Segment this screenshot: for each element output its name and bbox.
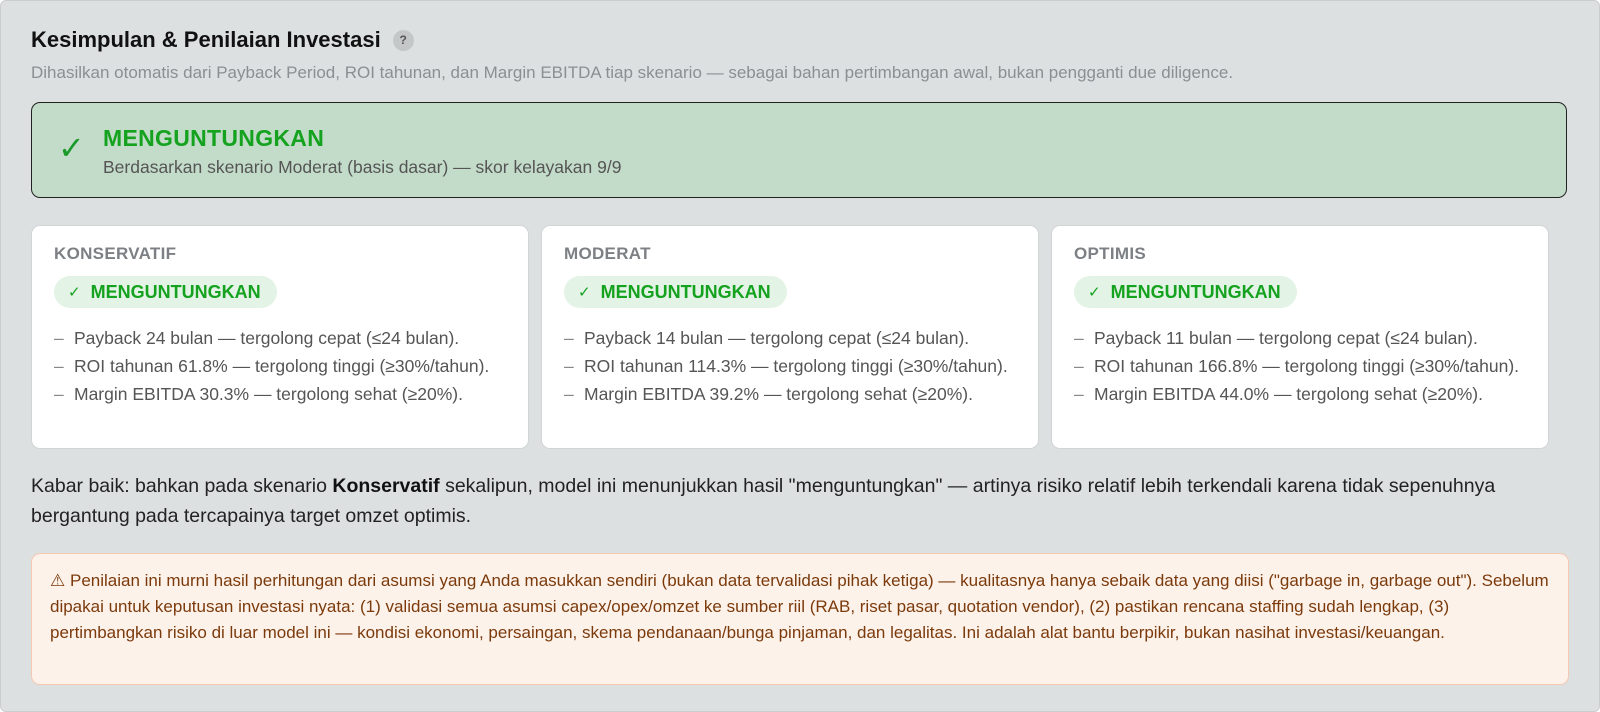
warning-text: Penilaian ini murni hasil perhitungan da… bbox=[50, 571, 1549, 642]
overall-verdict-banner: ✓ MENGUNTUNGKAN Berdasarkan skenario Mod… bbox=[31, 102, 1567, 198]
dash-icon: – bbox=[564, 328, 574, 348]
scenario-card-konservatif: KONSERVATIF ✓ MENGUNTUNGKAN – Payback 24 … bbox=[31, 225, 529, 449]
verdict-subtitle: Berdasarkan skenario Moderat (basis dasa… bbox=[103, 157, 622, 177]
scenario-name: OPTIMIS bbox=[1074, 244, 1146, 263]
reason-list: – Payback 11 bulan — tergolong cepat (≤24… bbox=[1074, 324, 1526, 408]
list-item: – ROI tahunan 166.8% — tergolong tinggi (… bbox=[1074, 352, 1526, 380]
status-badge-label: MENGUNTUNGKAN bbox=[90, 281, 261, 302]
good-news-emphasis: Konservatif bbox=[332, 475, 440, 497]
scenario-card-moderat: MODERAT ✓ MENGUNTUNGKAN – Payback 14 bula… bbox=[541, 225, 1039, 449]
check-icon: ✓ bbox=[578, 284, 591, 301]
warning-icon: ⚠ bbox=[50, 571, 66, 590]
list-item: – ROI tahunan 61.8% — tergolong tinggi (≥… bbox=[54, 352, 506, 380]
reason-list: – Payback 24 bulan — tergolong cepat (≤24… bbox=[54, 324, 506, 408]
list-item: – Margin EBITDA 30.3% — tergolong sehat (… bbox=[54, 380, 506, 408]
reason-text: ROI tahunan 61.8% — tergolong tinggi (≥3… bbox=[74, 356, 490, 376]
page-subtitle: Dihasilkan otomatis dari Payback Period,… bbox=[31, 63, 1234, 82]
status-badge: ✓ MENGUNTUNGKAN bbox=[564, 276, 787, 308]
good-news-summary: Kabar baik: bahkan pada skenario Konserv… bbox=[31, 471, 1531, 531]
dash-icon: – bbox=[1074, 356, 1084, 376]
investment-assessment-panel: Kesimpulan & Penilaian Investasi ? Dihas… bbox=[0, 0, 1600, 712]
dash-icon: – bbox=[564, 356, 574, 376]
help-icon[interactable]: ? bbox=[392, 29, 414, 51]
list-item: – Payback 11 bulan — tergolong cepat (≤24… bbox=[1074, 324, 1526, 352]
scenario-name: MODERAT bbox=[564, 244, 651, 263]
status-badge: ✓ MENGUNTUNGKAN bbox=[1074, 276, 1297, 308]
dash-icon: – bbox=[1074, 384, 1084, 404]
dash-icon: – bbox=[564, 384, 574, 404]
good-news-prefix: Kabar baik: bahkan pada skenario bbox=[31, 475, 333, 497]
scenario-cards: KONSERVATIF ✓ MENGUNTUNGKAN – Payback 24 … bbox=[31, 225, 1569, 451]
reason-text: Margin EBITDA 30.3% — tergolong sehat (≥… bbox=[74, 384, 463, 404]
list-item: – Margin EBITDA 39.2% — tergolong sehat (… bbox=[564, 380, 1016, 408]
list-item: – Margin EBITDA 44.0% — tergolong sehat (… bbox=[1074, 380, 1526, 408]
reason-text: Margin EBITDA 44.0% — tergolong sehat (≥… bbox=[1094, 384, 1483, 404]
dash-icon: – bbox=[54, 356, 64, 376]
status-badge-label: MENGUNTUNGKAN bbox=[600, 281, 771, 302]
list-item: – Payback 14 bulan — tergolong cepat (≤24… bbox=[564, 324, 1016, 352]
status-badge-label: MENGUNTUNGKAN bbox=[1110, 281, 1281, 302]
scenario-card-optimis: OPTIMIS ✓ MENGUNTUNGKAN – Payback 11 bula… bbox=[1051, 225, 1549, 449]
panel-header: Kesimpulan & Penilaian Investasi ? Dihas… bbox=[31, 27, 1569, 83]
check-icon: ✓ bbox=[58, 130, 85, 166]
scenario-name: KONSERVATIF bbox=[54, 244, 177, 263]
list-item: – ROI tahunan 114.3% — tergolong tinggi (… bbox=[564, 352, 1016, 380]
check-icon: ✓ bbox=[68, 284, 81, 301]
reason-text: Payback 24 bulan — tergolong cepat (≤24 … bbox=[74, 328, 460, 348]
page-title: Kesimpulan & Penilaian Investasi bbox=[31, 27, 381, 52]
list-item: – Payback 24 bulan — tergolong cepat (≤24… bbox=[54, 324, 506, 352]
reason-list: – Payback 14 bulan — tergolong cepat (≤24… bbox=[564, 324, 1016, 408]
status-badge: ✓ MENGUNTUNGKAN bbox=[54, 276, 277, 308]
reason-text: Margin EBITDA 39.2% — tergolong sehat (≥… bbox=[584, 384, 973, 404]
disclaimer-warning: ⚠ Penilaian ini murni hasil perhitungan … bbox=[31, 553, 1569, 685]
verdict-title: MENGUNTUNGKAN bbox=[103, 125, 325, 151]
dash-icon: – bbox=[54, 384, 64, 404]
reason-text: ROI tahunan 166.8% — tergolong tinggi (≥… bbox=[1094, 356, 1520, 376]
title-row: Kesimpulan & Penilaian Investasi ? bbox=[31, 27, 1569, 53]
reason-text: ROI tahunan 114.3% — tergolong tinggi (≥… bbox=[584, 356, 1008, 376]
reason-text: Payback 14 bulan — tergolong cepat (≤24 … bbox=[584, 328, 970, 348]
reason-text: Payback 11 bulan — tergolong cepat (≤24 … bbox=[1094, 328, 1478, 348]
dash-icon: – bbox=[1074, 328, 1084, 348]
check-icon: ✓ bbox=[1088, 284, 1101, 301]
dash-icon: – bbox=[54, 328, 64, 348]
